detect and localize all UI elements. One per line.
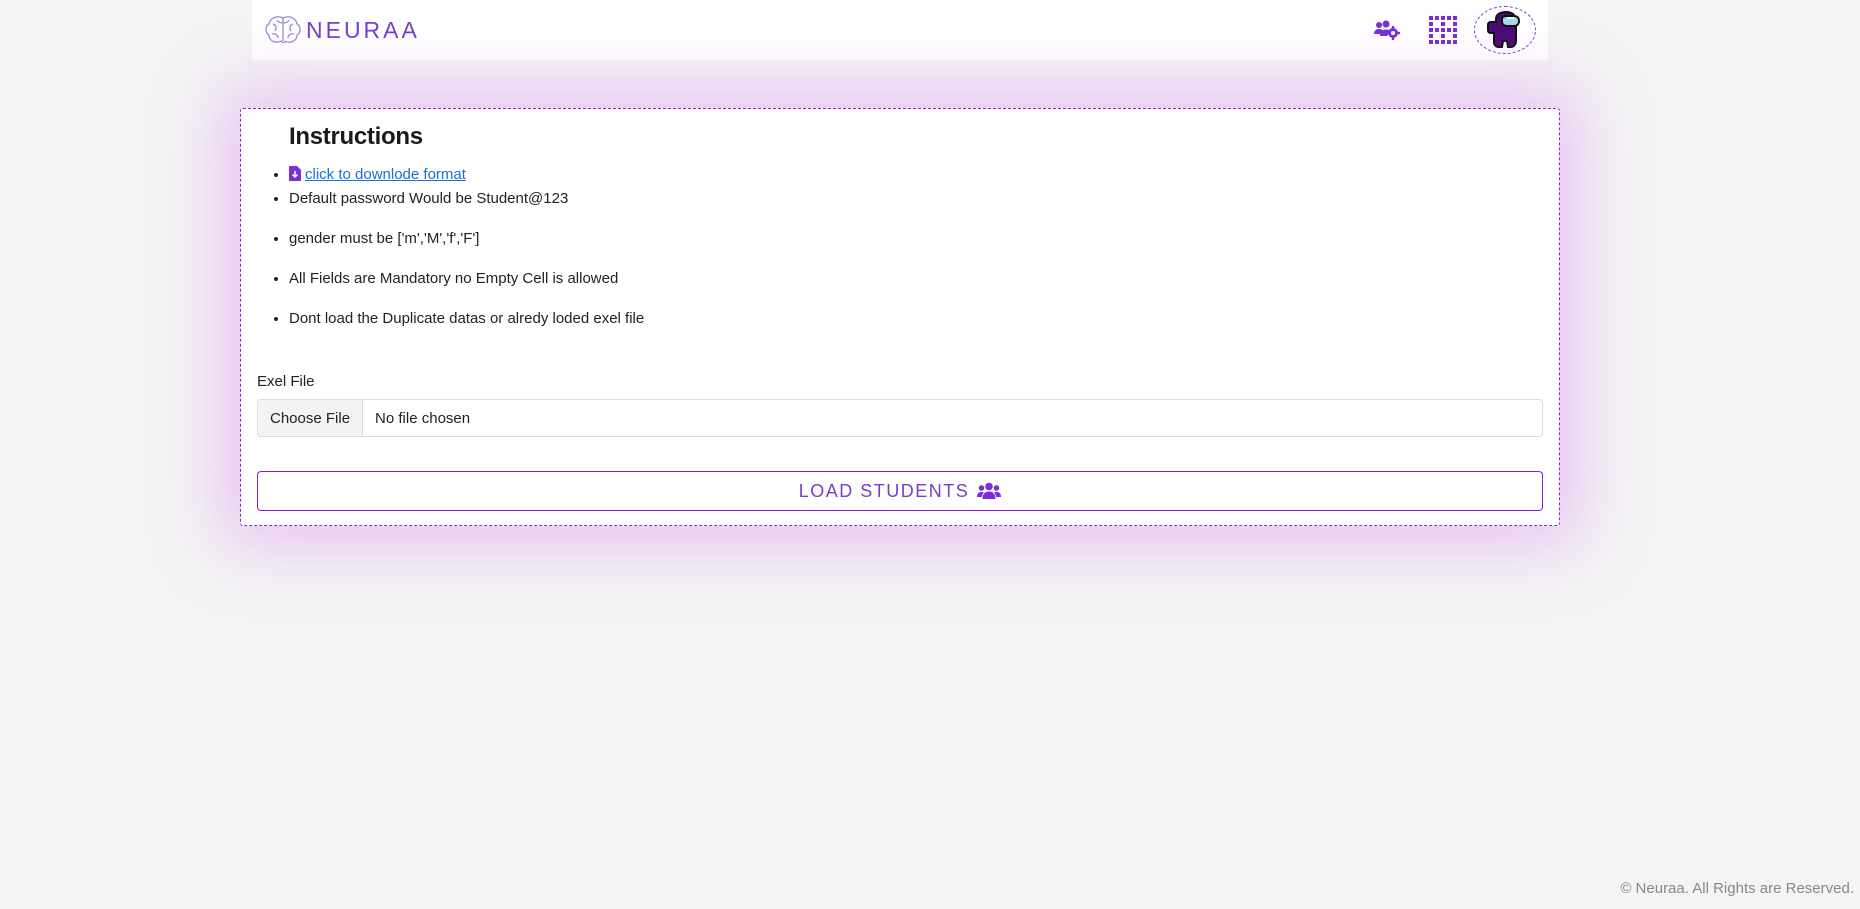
users-icon — [977, 482, 1002, 499]
brain-icon — [265, 16, 301, 44]
brand-name: NEURAA — [306, 16, 420, 43]
user-avatar-button[interactable] — [1474, 6, 1536, 54]
list-item: Dont load the Duplicate datas or alredy … — [289, 307, 644, 331]
team-settings-button[interactable] — [1374, 19, 1428, 41]
brand-logo[interactable]: NEURAA — [264, 14, 420, 46]
load-students-label: LOAD STUDENTS — [798, 480, 970, 501]
apps-menu-button[interactable] — [1428, 15, 1474, 45]
choose-file-button[interactable]: Choose File — [258, 400, 364, 436]
footer-copyright: © Neuraa. All Rights are Reserved. — [1620, 880, 1854, 897]
list-item: gender must be ['m','M','f','F'] — [289, 227, 644, 267]
download-format-link[interactable]: click to downlode format — [289, 166, 466, 183]
top-navbar: NEURAA — [252, 0, 1548, 60]
instructions-title: Instructions — [289, 123, 423, 150]
users-cog-icon — [1374, 20, 1400, 40]
upload-card: Instructions click to downlode format De… — [240, 108, 1560, 526]
excel-file-input[interactable]: Choose File No file chosen — [257, 399, 1543, 437]
file-status-text: No file chosen — [375, 409, 471, 427]
download-link-label[interactable]: click to downlode format — [305, 166, 466, 183]
list-item: All Fields are Mandatory no Empty Cell i… — [289, 267, 644, 307]
instructions-list: click to downlode format Default passwor… — [289, 163, 644, 331]
file-download-icon — [289, 166, 301, 181]
avatar-icon — [1487, 11, 1521, 48]
load-students-button[interactable]: LOAD STUDENTS — [257, 471, 1543, 511]
file-field-label: Exel File — [257, 373, 315, 390]
list-item: Default password Would be Student@123 — [289, 187, 644, 227]
list-item: click to downlode format — [289, 163, 644, 187]
grid-icon — [1429, 16, 1457, 44]
